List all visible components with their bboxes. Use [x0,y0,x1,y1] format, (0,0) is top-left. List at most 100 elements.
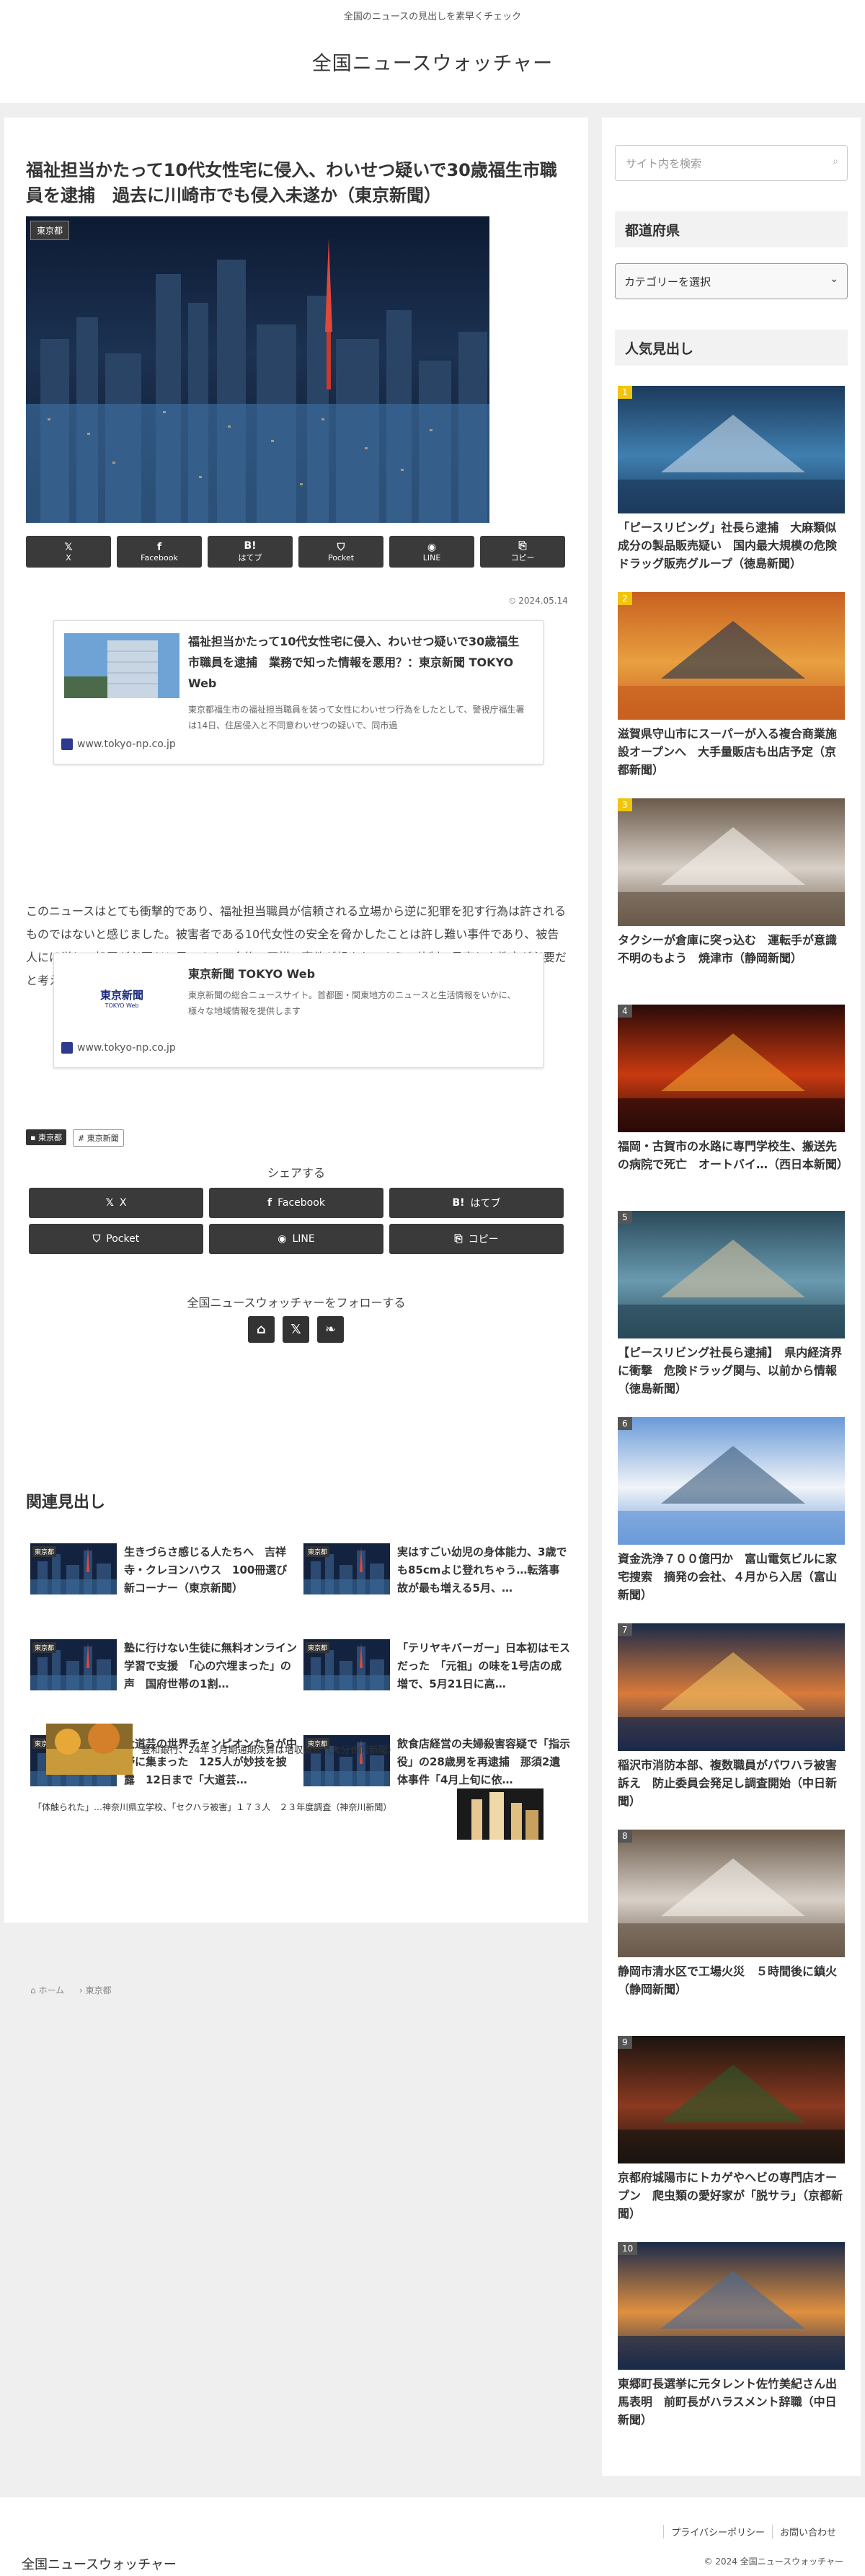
popular-rank: 1 [618,386,632,399]
related-item[interactable]: 東京都 生きづらさ感じる人たちへ 吉祥寺・クレヨンハウス 100冊選び新コーナー（… [30,1543,301,1601]
category-label[interactable]: 東京都 [30,221,70,240]
blogcard-description: 東京新聞の総合ニュースサイト。首都圏・関東地方のニュースと生活情報をいかに、様々… [188,990,516,1016]
post-tag[interactable]: # 東京新聞 [73,1129,124,1147]
popular-item[interactable]: 9 京都府城陽市にトカゲやヘビの専門店オープン 爬虫類の愛好家が「脱サラ」（京都新… [618,2036,845,2231]
share-button-5[interactable]: ⎘ コピー [480,536,565,568]
footer-site-title[interactable]: 全国ニュースウォッチャー [22,2554,177,2573]
blogcard-publisher[interactable]: 東京新聞 TOKYO Web 東京新聞 TOKYO Web 東京新聞の総合ニュー… [53,953,544,1068]
popular-title: 静岡市清水区で工場火災 ５時間後に鎮火（静岡新聞） [618,1964,838,1996]
share-label-5: コピー [510,553,535,563]
share-icon-bottom-1: f [267,1197,272,1209]
post-date: ⏲ 2024.05.14 [509,596,568,606]
related-item[interactable]: 東京都 塾に行けない生徒に無料オンライン学習で支援 「心の穴埋まった」の声 国府世… [30,1639,301,1697]
share-button-4[interactable]: ◉ LINE [389,536,474,568]
popular-thumbnail: 3 [618,798,845,926]
share-icon-0: 𝕏 [64,541,73,553]
share-button-bottom-0[interactable]: 𝕏X [29,1188,203,1218]
popular-thumbnail: 5 [618,1211,845,1338]
next-post-thumbnail[interactable] [46,1724,133,1775]
site-tagline: 全国のニュースの見出しを素早くチェック [343,12,522,22]
share-button-bottom-4[interactable]: ◉ LINE [209,1224,383,1254]
search-icon[interactable]: ⌕ [833,156,838,167]
share-label-1: Facebook [141,552,178,563]
blogcard-url: www.tokyo-np.co.jp [61,738,176,750]
popular-thumbnail: 4 [618,1005,845,1132]
category-tag-label: 東京都 [37,1133,62,1142]
chevron-right-icon: › [79,1985,86,1995]
popular-title: 東郷町長選挙に元タレント佐竹美紀さん出馬表明 前町長がハラスメント辞職（中日新聞… [618,2377,838,2427]
category-tag[interactable]: ▪ 東京都 [26,1129,66,1145]
popular-heading: 人気見出し [615,330,848,366]
blogcard-description: 東京都福生市の福祉担当職員を装って女性にわいせつ行為をしたとして、警視庁福生署は… [188,705,525,731]
popular-item[interactable]: 5 【ピースリビング社長ら逮捕】 県内経済界に衝撃 危険ドラッグ関与、以前から情報… [618,1211,845,1406]
popular-item[interactable]: 10 東郷町長選挙に元タレント佐竹美紀さん出馬表明 前町長がハラスメント辞職（中日… [618,2242,845,2437]
related-thumbnail: 東京都 [30,1639,117,1690]
blogcard-url: www.tokyo-np.co.jp [61,1042,176,1054]
category-select[interactable]: カテゴリーを選択 ⌄ [615,263,848,299]
contact-link[interactable]: お問い合わせ [771,2525,843,2538]
share-button-2[interactable]: B! はてブ [208,536,293,568]
popular-item[interactable]: 2 滋賀県守山市にスーパーが入る複合商業施設オープンへ 大手量販店も出店予定（京都… [618,592,845,787]
popular-title: 「ピースリビング」社長ら逮捕 大麻類似成分の製品販売疑い 国内最大規模の危険ドラ… [618,521,838,570]
share-button-0[interactable]: 𝕏X [26,536,111,568]
share-label-bottom-5: コピー [468,1234,499,1245]
footer-links: プライバシーポリシー お問い合わせ [663,2525,843,2538]
city-night-image [26,216,489,523]
share-icon-bottom-2: B! [452,1197,465,1209]
share-buttons-top: 𝕏 Xf Facebook B! はてブ ⛉ Pocket ◉ LINE ⎘ コピー [26,536,565,568]
popular-item[interactable]: 3 タクシーが倉庫に突っ込む 運転手が意識不明のもよう 焼津市（静岡新聞） [618,798,845,993]
feedly-icon[interactable]: ❧ [317,1316,344,1343]
related-title: 「テリヤキバーガー」日本初はモスだった 「元祖」の味を1号店の成増で、5月21日… [397,1641,570,1690]
breadcrumb-home[interactable]: ⌂ ホーム [30,1984,64,1996]
favicon-icon [61,1042,73,1054]
popular-rank: 8 [618,1830,632,1843]
popular-title: 【ピースリビング社長ら逮捕】 県内経済界に衝撃 危険ドラッグ関与、以前から情報（… [618,1346,843,1395]
blogcard-title: 東京新聞 TOKYO Web [188,967,316,981]
popular-item[interactable]: 7 稲沢市消防本部、複数職員がパワハラ被害訴え 防止委員会発足し調査開始（中日新聞… [618,1623,845,1818]
popular-item[interactable]: 8 静岡市清水区で工場火災 ５時間後に鎮火（静岡新聞） [618,1830,845,2024]
share-button-bottom-1[interactable]: f Facebook [209,1188,383,1218]
popular-item[interactable]: 1 「ピースリビング」社長ら逮捕 大麻類似成分の製品販売疑い 国内最大規模の危険ド… [618,386,845,581]
related-title: 飲食店経営の夫婦殺害容疑で「指示役」の28歳男を再逮捕 那須2遺体事件「4月上旬… [397,1737,570,1786]
popular-rank: 4 [618,1005,632,1018]
x-icon[interactable]: 𝕏 [283,1316,309,1343]
favicon-icon [61,738,73,750]
blogcard-source[interactable]: 福祉担当かたって10代女性宅に侵入、わいせつ疑いで30歳福生市職員を逮捕 業務で… [53,620,544,764]
related-item[interactable]: 東京都 「テリヤキバーガー」日本初はモスだった 「元祖」の味を1号店の成増で、5月… [303,1639,574,1697]
privacy-policy-link[interactable]: プライバシーポリシー [663,2525,772,2538]
share-button-3[interactable]: ⛉ Pocket [298,536,383,568]
share-label-4: LINE [422,552,441,563]
popular-rank: 7 [618,1623,632,1636]
popular-thumbnail: 7 [618,1623,845,1751]
main-content: 福祉担当かたって10代女性宅に侵入、わいせつ疑いで30歳福生市職員を逮捕 過去に… [4,118,588,1995]
share-button-bottom-2[interactable]: B! はてブ [389,1188,564,1218]
home-icon[interactable]: ⌂ [248,1316,275,1343]
related-category-label: 東京都 [306,1546,330,1557]
category-select-value: カテゴリーを選択 [624,275,711,288]
popular-title: 稲沢市消防本部、複数職員がパワハラ被害訴え 防止委員会発足し調査開始（中日新聞） [618,1758,838,1808]
popular-rank: 6 [618,1417,632,1430]
share-icon-bottom-0: 𝕏 [105,1197,114,1209]
site-footer: プライバシーポリシー お問い合わせ 全国ニュースウォッチャー © 2024 全国… [0,2497,865,2576]
share-icon-bottom-5: ⎘ [454,1233,463,1245]
next-post-link[interactable]: 豊和銀行、24年３月期通期決算は増収減益（大分合同新聞） [141,1742,397,1756]
popular-item[interactable]: 4 福岡・古賀市の水路に専門学校生、搬送先の病院で死亡 オートバイ…（西日本新聞） [618,1005,849,1199]
blogcard-title: 福祉担当かたって10代女性宅に侵入、わいせつ疑いで30歳福生市職員を逮捕 業務で… [188,635,520,690]
share-icon-bottom-3: ⛉ [92,1233,101,1245]
share-button-1[interactable]: f Facebook [117,536,202,568]
popular-item[interactable]: 6 資金洗浄７００億円か 富山電気ビルに家宅捜索 摘発の会社、４月から入居（富山新… [618,1417,845,1612]
share-button-bottom-3[interactable]: ⛉ Pocket [29,1224,203,1254]
related-title: 生きづらさ感じる人たちへ 吉祥寺・クレヨンハウス 100冊選び新コーナー（東京新… [124,1545,288,1594]
prev-post-link[interactable]: 「体触られた」…神奈川県立学校、「セクハラ被害」１７３人 ２３年度調査（神奈川新… [33,1801,451,1813]
prev-post-thumbnail[interactable] [457,1788,544,1840]
home-icon: ⌂ [30,1985,39,1995]
popular-title: 福岡・古賀市の水路に専門学校生、搬送先の病院で死亡 オートバイ…（西日本新聞） [618,1139,849,1171]
related-category-label: 東京都 [32,1642,57,1653]
search-input[interactable]: サイト内を検索 ⌕ [615,145,848,181]
related-title: 塾に行けない生徒に無料オンライン学習で支援 「心の穴埋まった」の声 国府世帯の1… [124,1641,297,1690]
related-item[interactable]: 東京都 実はすごい幼児の身体能力、3歳でも85cmよじ登れちゃう…転落事故が最も増… [303,1543,574,1601]
share-button-bottom-5[interactable]: ⎘ コピー [389,1224,564,1254]
post-tag-label: 東京新聞 [86,1134,119,1143]
breadcrumb-category[interactable]: › 東京都 [79,1984,112,1996]
site-title[interactable]: 全国ニュースウォッチャー [0,48,865,76]
